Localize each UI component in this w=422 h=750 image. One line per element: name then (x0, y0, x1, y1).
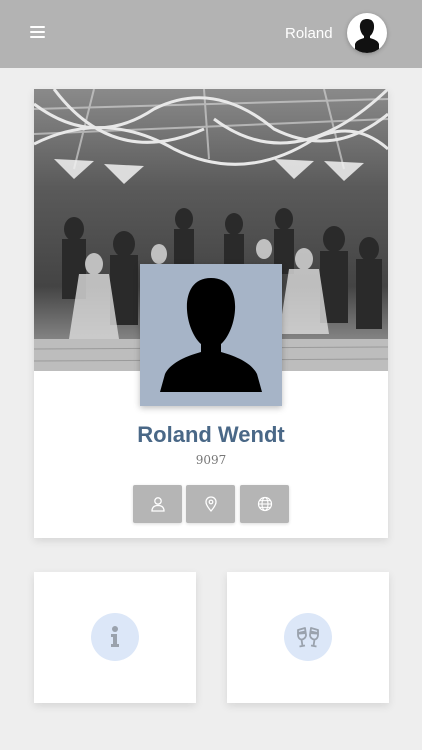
toast-icon-circle (284, 613, 332, 661)
toast-tile[interactable] (227, 572, 389, 703)
person-icon (150, 497, 165, 512)
top-bar: Roland (0, 0, 422, 68)
profile-photo[interactable] (140, 264, 282, 406)
user-silhouette-icon (160, 278, 262, 392)
hamburger-menu-icon[interactable] (30, 26, 45, 38)
info-icon-circle (91, 613, 139, 661)
header-user-name[interactable]: Roland (285, 25, 333, 42)
profile-user-id: 9097 (195, 453, 227, 467)
location-button[interactable] (186, 485, 235, 523)
profile-card: Roland Wendt 9097 (34, 89, 388, 538)
profile-full-name: Roland Wendt (137, 422, 285, 447)
globe-icon (257, 496, 272, 512)
info-tile[interactable] (34, 572, 196, 703)
profile-info-button[interactable] (133, 485, 182, 523)
location-pin-icon (204, 496, 217, 512)
header-avatar[interactable] (347, 13, 387, 53)
website-button[interactable] (240, 485, 289, 523)
user-silhouette-icon (355, 19, 379, 53)
toast-glasses-icon (297, 627, 319, 648)
info-icon (111, 626, 119, 647)
